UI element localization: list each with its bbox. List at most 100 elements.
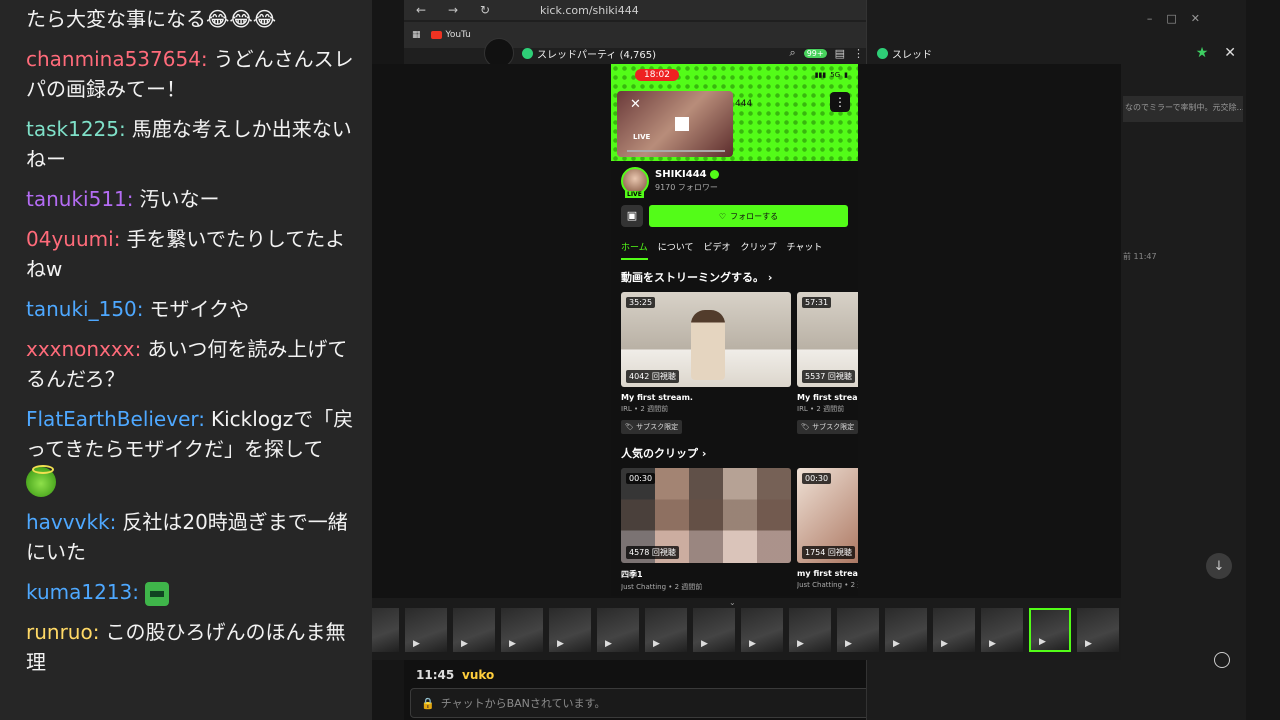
chat-separator: : bbox=[126, 187, 134, 211]
pause-icon[interactable] bbox=[675, 117, 689, 131]
back-icon[interactable]: ← bbox=[414, 3, 428, 17]
chat-username[interactable]: chanmina537654 bbox=[26, 47, 201, 71]
filmstrip-frame[interactable]: ▶ bbox=[1029, 608, 1071, 652]
tab-videos[interactable]: ビデオ bbox=[703, 240, 730, 260]
minimize-icon[interactable]: – bbox=[1147, 12, 1153, 25]
filmstrip-frame[interactable]: ▶ bbox=[405, 608, 447, 652]
side-timestamp: 前 11:47 bbox=[1123, 252, 1157, 261]
bookmark-youtube[interactable]: YouTu bbox=[430, 30, 471, 40]
chat-username[interactable]: 04yuumi bbox=[26, 227, 114, 251]
close-icon[interactable]: ✕ bbox=[1224, 45, 1236, 61]
maximize-icon[interactable]: □ bbox=[1166, 12, 1176, 25]
chat-username[interactable]: runruo bbox=[26, 620, 93, 644]
signal-icon: ▮▮▮ bbox=[814, 71, 827, 79]
side-notice: なのでミラーで率制中。元交除… bbox=[1123, 96, 1243, 122]
play-icon: ▶ bbox=[701, 639, 708, 649]
video-thumbnail[interactable]: 35:25 4042 回視聴 bbox=[621, 292, 791, 387]
chat-username[interactable]: FlatEarthBeliever bbox=[26, 407, 198, 431]
clip-title[interactable]: 四季1 bbox=[621, 569, 791, 580]
window-controls: – □ ✕ bbox=[1147, 12, 1200, 25]
video-title[interactable]: My first stream. bbox=[621, 393, 791, 402]
filmstrip-frame[interactable]: ▶ bbox=[741, 608, 783, 652]
forward-icon[interactable]: → bbox=[446, 3, 460, 17]
address-bar[interactable]: kick.com/shiki444 bbox=[540, 4, 639, 17]
chat-line: runruo: この股ひろげんのほんま無理 bbox=[26, 617, 362, 677]
filmstrip-frame[interactable]: ▶ bbox=[597, 608, 639, 652]
chat-separator: : bbox=[134, 337, 142, 361]
video-title[interactable]: My first stream bbox=[797, 393, 858, 402]
chat-separator: : bbox=[92, 619, 100, 644]
streams-section-title[interactable]: 動画をストリーミングする。 › bbox=[621, 269, 772, 285]
search-icon[interactable]: ⌕ bbox=[790, 46, 796, 60]
threads-title[interactable]: スレッドパーティ (4,765) bbox=[522, 46, 656, 61]
scroll-down-button[interactable]: ↓ bbox=[1206, 553, 1232, 579]
video-card[interactable]: 57:31 5537 回視聴 My first stream IRL • 2 週… bbox=[797, 292, 858, 434]
screen: ← → ↻ kick.com/shiki444 ▦ YouTu 11:45 vu… bbox=[0, 0, 1280, 720]
video-thumbnail[interactable]: 57:31 5537 回視聴 bbox=[797, 292, 858, 387]
filmstrip-frame[interactable]: ▶ bbox=[837, 608, 879, 652]
filmstrip-frame[interactable]: ▶ bbox=[981, 608, 1023, 652]
chat-username[interactable]: tanuki511 bbox=[26, 187, 127, 211]
progress-bar[interactable] bbox=[627, 150, 725, 152]
channel-avatar[interactable]: LIVE bbox=[621, 167, 649, 198]
video-card[interactable]: 35:25 4042 回視聴 My first stream. IRL • 2 … bbox=[621, 292, 791, 434]
filmstrip-frame[interactable]: ▶ bbox=[789, 608, 831, 652]
video-duration: 57:31 bbox=[802, 297, 832, 308]
apps-icon[interactable]: ▦ bbox=[412, 30, 421, 40]
follow-button[interactable]: ♡ フォローする bbox=[649, 205, 848, 227]
reload-icon[interactable]: ↻ bbox=[478, 3, 492, 17]
chat-message-time: 11:45 bbox=[416, 668, 455, 682]
halo-face-emote bbox=[26, 464, 56, 497]
filmstrip-frame[interactable]: ▶ bbox=[933, 608, 975, 652]
filmstrip-frame[interactable]: ▶ bbox=[693, 608, 735, 652]
chat-message-user[interactable]: vuko bbox=[462, 668, 494, 682]
gift-button[interactable]: ▣ bbox=[621, 205, 643, 227]
chat-username[interactable]: tanuki_150 bbox=[26, 297, 137, 321]
chat-username[interactable]: task1225 bbox=[26, 117, 119, 141]
clips-section-title[interactable]: 人気のクリップ › bbox=[621, 445, 706, 461]
more-icon[interactable]: ⋮ bbox=[853, 47, 864, 60]
chat-text: 汚いなー bbox=[139, 187, 220, 211]
chat-separator: : bbox=[113, 227, 121, 251]
filmstrip-frame[interactable]: ▶ bbox=[549, 608, 591, 652]
chat-username[interactable]: kuma1213 bbox=[26, 580, 132, 604]
tab-home[interactable]: ホーム bbox=[621, 240, 648, 260]
video-views: 4042 回視聴 bbox=[626, 370, 679, 383]
mini-player[interactable]: ✕ LIVE bbox=[617, 91, 733, 157]
chat-line: xxxnonxxx: あいつ何を読み上げてるんだろ？ bbox=[26, 334, 362, 394]
clip-title[interactable]: my first stream bbox=[797, 569, 858, 578]
filmstrip-frame[interactable]: ▶ bbox=[501, 608, 543, 652]
close-window-icon[interactable]: ✕ bbox=[1191, 12, 1200, 25]
play-icon: ▶ bbox=[605, 639, 612, 649]
clip-card[interactable]: 00:30 4578 回視聴 四季1 Just Chatting • 2 週間前 bbox=[621, 468, 791, 592]
filmstrip-frame[interactable]: ▶ bbox=[645, 608, 687, 652]
filmstrip-frame[interactable]: ▶ bbox=[1077, 608, 1119, 652]
close-icon[interactable]: ✕ bbox=[630, 97, 641, 112]
filmstrip-frame[interactable]: ▶ bbox=[885, 608, 927, 652]
star-icon[interactable]: ★ bbox=[1196, 45, 1209, 61]
chat-line: FlatEarthBeliever: Kicklogzで「戻ってきたらモザイクだ」… bbox=[26, 404, 362, 497]
chat-username[interactable]: havvvkk bbox=[26, 510, 110, 534]
chat-input-placeholder: チャットからBANされています。 bbox=[440, 697, 606, 710]
filmstrip-frame[interactable]: ▶ bbox=[453, 608, 495, 652]
clip-thumbnail[interactable]: 00:30 1754 回視聴 bbox=[797, 468, 858, 563]
chat-input[interactable]: 🔒 チャットからBANされています。 bbox=[410, 688, 878, 718]
tab-about[interactable]: について bbox=[658, 240, 694, 260]
clip-thumbnail[interactable]: 00:30 4578 回視聴 bbox=[621, 468, 791, 563]
live-label: LIVE bbox=[633, 133, 651, 141]
video-duration: 35:25 bbox=[626, 297, 656, 308]
banner-channel-name: 444 bbox=[735, 99, 753, 109]
document-icon[interactable]: ▤ bbox=[835, 47, 845, 60]
chat-username[interactable]: xxxnonxxx bbox=[26, 337, 135, 361]
clip-card[interactable]: 00:30 1754 回視聴 my first stream Just Chat… bbox=[797, 468, 858, 592]
chevron-down-icon[interactable]: ⌄ bbox=[729, 598, 736, 607]
notification-badge[interactable]: 99+ bbox=[803, 48, 827, 58]
clips-row: 00:30 4578 回視聴 四季1 Just Chatting • 2 週間前… bbox=[621, 468, 858, 592]
channel-tabs: ホーム について ビデオ クリップ チャット bbox=[621, 240, 822, 260]
emoji-icon[interactable] bbox=[1214, 652, 1230, 668]
tab-chat[interactable]: チャット bbox=[787, 240, 823, 260]
play-icon: ▶ bbox=[557, 639, 564, 649]
more-icon[interactable]: ⋮ bbox=[830, 92, 850, 112]
chat-separator: : bbox=[198, 407, 205, 431]
tab-clips[interactable]: クリップ bbox=[740, 240, 776, 260]
